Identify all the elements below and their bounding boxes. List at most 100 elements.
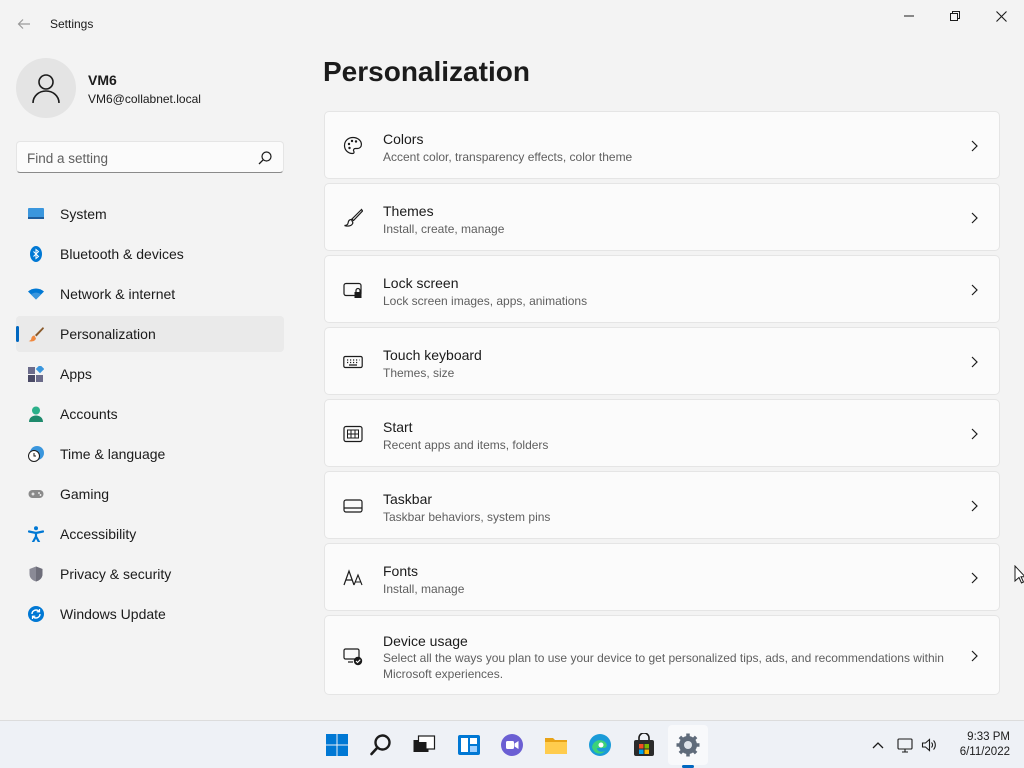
chevron-right-icon [971,212,978,224]
avatar[interactable] [16,58,76,118]
volume-icon[interactable] [921,737,937,753]
start-icon[interactable] [325,733,349,757]
chat-icon[interactable] [500,733,524,757]
settings-icon[interactable] [676,733,700,757]
settings-list: Colors Accent color, transparency effect… [324,111,1000,699]
apps-icon [28,366,44,382]
brush-icon [28,327,44,342]
user-name: VM6 [88,72,117,88]
card-themes[interactable]: Themes Install, create, manage [324,183,1000,251]
card-subtitle: Recent apps and items, folders [383,438,549,452]
card-title: Touch keyboard [383,347,482,363]
sidebar-item-label: Network & internet [60,286,176,302]
card-touch-keyboard[interactable]: Touch keyboard Themes, size [324,327,1000,395]
card-title: Themes [383,203,434,219]
clock-globe-icon [28,446,44,462]
sidebar-item-time-language[interactable]: Time & language [16,436,284,472]
chevron-right-icon [971,356,978,368]
sidebar-item-windows-update[interactable]: Windows Update [16,596,284,632]
search-icon[interactable] [369,733,393,757]
page-title: Personalization [323,56,530,87]
chevron-right-icon [971,572,978,584]
card-subtitle: Accent color, transparency effects, colo… [383,150,633,164]
chevron-right-icon [971,284,978,296]
close-button[interactable] [978,0,1024,32]
sidebar-item-personalization[interactable]: Personalization [16,316,284,352]
sidebar-item-accounts[interactable]: Accounts [16,396,284,432]
restore-button[interactable] [932,0,978,32]
sidebar-item-label: Accessibility [60,526,137,542]
card-device-usage[interactable]: Device usage Select all the ways you pla… [324,615,1000,695]
sidebar-item-apps[interactable]: Apps [16,356,284,392]
sidebar-item-privacy[interactable]: Privacy & security [16,556,284,592]
palette-icon [343,136,363,155]
card-title: Fonts [383,563,419,579]
back-button[interactable] [10,10,38,38]
sidebar-item-label: Accounts [60,406,118,422]
lock-screen-icon [343,282,362,298]
card-start[interactable]: Start Recent apps and items, folders [324,399,1000,467]
minimize-button[interactable] [886,0,932,32]
sidebar-item-gaming[interactable]: Gaming [16,476,284,512]
device-usage-icon [343,648,363,666]
sidebar-item-label: Time & language [60,446,166,462]
fonts-icon [343,569,363,586]
card-fonts[interactable]: Fonts Install, manage [324,543,1000,611]
close-icon [995,10,1007,22]
widgets-icon[interactable] [457,733,481,757]
card-colors[interactable]: Colors Accent color, transparency effect… [324,111,1000,179]
system-icon [28,208,44,219]
card-subtitle: Install, create, manage [383,222,505,236]
chevron-right-icon [971,500,978,512]
card-title: Device usage [383,633,468,649]
sidebar-item-system[interactable]: System [16,196,284,232]
card-title: Colors [383,131,424,147]
sidebar-item-label: Windows Update [60,606,166,622]
window-title: Settings [50,17,94,31]
restore-icon [950,11,960,21]
wifi-icon [28,288,44,300]
chevron-right-icon [971,428,978,440]
gamepad-icon [28,490,44,498]
card-title: Taskbar [383,491,433,507]
keyboard-icon [343,355,363,369]
bluetooth-icon [30,246,42,262]
sidebar-item-accessibility[interactable]: Accessibility [16,516,284,552]
search-icon[interactable] [257,150,273,166]
minimize-icon [904,15,914,17]
sidebar-item-label: Apps [60,366,92,382]
clock[interactable]: 9:33 PM 6/11/2022 [940,730,1010,760]
brush-icon [344,208,363,227]
search-input[interactable] [27,148,247,168]
shield-icon [29,566,43,582]
network-icon[interactable] [897,737,913,753]
taskbar-icon [343,499,363,513]
card-taskbar[interactable]: Taskbar Taskbar behaviors, system pins [324,471,1000,539]
card-lock-screen[interactable]: Lock screen Lock screen images, apps, an… [324,255,1000,323]
start-icon [343,425,363,443]
sidebar-item-network[interactable]: Network & internet [16,276,284,312]
sidebar-item-label: System [60,206,107,222]
sidebar-item-label: Bluetooth & devices [60,246,184,262]
user-email: VM6@collabnet.local [88,92,201,106]
sidebar-nav: System Bluetooth & devices Network & int… [16,196,284,636]
task-view-icon[interactable] [412,733,436,757]
card-title: Start [383,419,413,435]
chevron-right-icon [971,650,978,662]
card-subtitle: Lock screen images, apps, animations [383,294,588,308]
card-subtitle: Themes, size [383,366,455,380]
card-subtitle: Install, manage [383,582,465,596]
clock-date: 6/11/2022 [959,746,1010,758]
mouse-cursor-icon [1014,565,1024,584]
sidebar-item-label: Personalization [60,326,156,342]
sidebar-item-bluetooth[interactable]: Bluetooth & devices [16,236,284,272]
file-explorer-icon[interactable] [544,733,568,757]
sidebar-item-label: Gaming [60,486,110,502]
chevron-up-icon[interactable] [870,737,886,753]
search-box[interactable] [16,141,284,173]
store-icon[interactable] [632,733,656,757]
card-subtitle: Taskbar behaviors, system pins [383,510,551,524]
accessibility-icon [28,526,44,542]
edge-icon[interactable] [588,733,612,757]
clock-time: 9:33 PM [967,731,1010,743]
